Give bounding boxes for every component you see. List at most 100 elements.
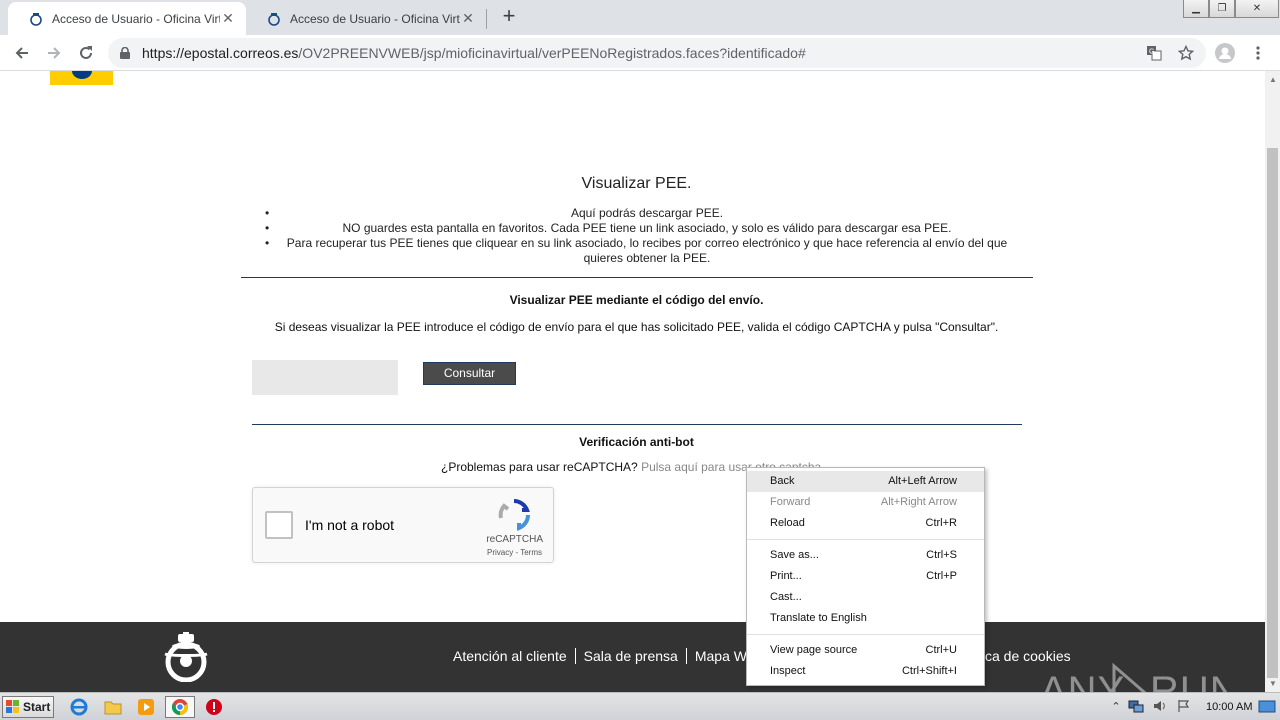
ctx-shortcut: Ctrl+U <box>925 644 957 656</box>
ctx-label: Translate to English <box>770 612 867 624</box>
ctx-shortcut: Ctrl+S <box>926 549 957 561</box>
footer-link-atencion[interactable]: Atención al cliente <box>453 648 576 664</box>
divider <box>252 424 1022 425</box>
new-tab-button[interactable]: + <box>498 5 520 28</box>
volume-icon[interactable] <box>1152 698 1168 714</box>
window-controls: ▁ ❐ ✕ <box>1183 0 1279 18</box>
back-arrow-icon[interactable] <box>10 41 34 65</box>
site-footer: Atención al cliente Sala de prensa Mapa … <box>0 622 1265 692</box>
ctx-separator <box>747 539 984 540</box>
ctx-label: Forward <box>770 496 811 508</box>
footer-link-prensa[interactable]: Sala de prensa <box>576 648 687 664</box>
correos-favicon-icon <box>28 11 44 27</box>
shipment-code-input[interactable] <box>252 360 398 395</box>
ctx-label: Cast... <box>770 591 802 603</box>
stop-red-icon[interactable] <box>203 697 225 717</box>
ctx-cast[interactable]: Cast... <box>747 587 984 608</box>
ctx-shortcut: Alt+Right Arrow <box>880 496 957 508</box>
info-bullets: Aquí podrás descargar PEE. NO guardes es… <box>262 206 1032 266</box>
captcha-question: ¿Problemas para usar reCAPTCHA? <box>441 460 638 474</box>
windows-flag-icon <box>6 700 20 714</box>
show-desktop-icon[interactable] <box>1258 698 1276 716</box>
ctx-translate[interactable]: Translate to English <box>747 608 984 629</box>
ctx-view-source[interactable]: View page source Ctrl+U <box>747 640 984 661</box>
ctx-forward[interactable]: Forward Alt+Right Arrow <box>747 492 984 513</box>
recaptcha-widget: I'm not a robot reCAPTCHA Privacy - Term… <box>252 487 554 563</box>
bookmark-star-icon[interactable] <box>1174 41 1198 65</box>
tab-active[interactable]: Acceso de Usuario - Oficina Virtual ✕ <box>8 2 246 35</box>
browser-toolbar: https://epostal.correos.es/OV2PREENVWEB/… <box>0 35 1280 71</box>
start-button[interactable]: Start <box>2 696 54 718</box>
ie-icon[interactable] <box>68 697 90 717</box>
translate-icon[interactable]: G <box>1142 41 1166 65</box>
context-menu: Back Alt+Left Arrow Forward Alt+Right Arro… <box>746 467 985 686</box>
taskbar-clock[interactable]: 10:00 AM <box>1206 701 1252 713</box>
network-icon[interactable] <box>1128 698 1144 714</box>
screen: Acceso de Usuario - Oficina Virtual ✕ Ac… <box>0 0 1280 720</box>
media-player-icon[interactable] <box>135 697 157 717</box>
vertical-scrollbar[interactable]: ▲ ▼ <box>1265 71 1280 692</box>
ctx-reload[interactable]: Reload Ctrl+R <box>747 513 984 534</box>
ctx-label: View page source <box>770 644 858 656</box>
ctx-label: Print... <box>770 570 802 582</box>
svg-text:ANY: ANY <box>1040 669 1125 692</box>
ctx-label: Inspect <box>770 665 806 677</box>
ctx-shortcut: Ctrl+R <box>925 517 957 529</box>
correos-logo[interactable] <box>50 71 113 85</box>
svg-text:RUN: RUN <box>1150 669 1232 692</box>
url-path: /OV2PREENVWEB/jsp/mioficinavirtual/verPE… <box>298 45 806 61</box>
ctx-inspect[interactable]: Inspect Ctrl+Shift+I <box>747 661 984 682</box>
recaptcha-brand: reCAPTCHA <box>486 534 543 545</box>
restore-icon[interactable]: ❐ <box>1209 0 1235 18</box>
anyrun-watermark: ANY RUN <box>1040 660 1232 692</box>
tab-title: Acceso de Usuario - Oficina Virtual <box>52 11 220 26</box>
chrome-taskbar-icon[interactable] <box>165 696 195 718</box>
ctx-save-as[interactable]: Save as... Ctrl+S <box>747 545 984 566</box>
reload-icon[interactable] <box>74 41 98 65</box>
recaptcha-label: I'm not a robot <box>305 517 395 533</box>
bullet-item: Para recuperar tus PEE tienes que clique… <box>262 236 1032 266</box>
tab-title: Acceso de Usuario - Oficina Virtual <box>290 11 460 26</box>
tab-inactive[interactable]: Acceso de Usuario - Oficina Virtual ✕ <box>246 2 486 35</box>
ctx-separator <box>747 634 984 635</box>
recaptcha-terms-link[interactable]: Privacy - Terms <box>253 548 542 557</box>
ctx-label: Save as... <box>770 549 819 561</box>
scroll-down-icon[interactable]: ▼ <box>1269 679 1277 688</box>
profile-avatar-icon[interactable] <box>1213 41 1237 65</box>
svg-text:G: G <box>1149 49 1154 56</box>
correos-favicon-icon <box>266 11 282 27</box>
bullet-item: Aquí podrás descargar PEE. <box>262 206 1032 221</box>
tray-expand-icon[interactable]: ⌃ <box>1108 698 1124 714</box>
ctx-back[interactable]: Back Alt+Left Arrow <box>747 471 984 492</box>
tab-close-icon[interactable]: ✕ <box>460 10 476 27</box>
recaptcha-logo-icon <box>497 498 531 532</box>
explorer-folder-icon[interactable] <box>102 697 124 717</box>
minimize-icon[interactable]: ▁ <box>1183 0 1209 18</box>
address-bar[interactable]: https://epostal.correos.es/OV2PREENVWEB/… <box>108 38 1206 68</box>
consultar-button[interactable]: Consultar <box>423 362 516 385</box>
logo-emblem-icon <box>72 71 92 79</box>
action-center-flag-icon[interactable] <box>1176 698 1192 714</box>
tab-close-icon[interactable]: ✕ <box>220 10 236 27</box>
bullet-item: NO guardes esta pantalla en favoritos. C… <box>262 221 1032 236</box>
code-section-heading: Visualizar PEE mediante el código del en… <box>509 293 764 307</box>
footer-links: Atención al cliente Sala de prensa Mapa … <box>453 648 755 664</box>
windows-taskbar: Start ⌃ 10:00 AM <box>0 692 1280 720</box>
ctx-shortcut: Alt+Left Arrow <box>888 475 957 487</box>
footer-link-mapa[interactable]: Mapa W <box>687 648 755 664</box>
scrollbar-thumb[interactable] <box>1267 148 1278 678</box>
divider <box>241 277 1033 278</box>
forward-arrow-icon[interactable] <box>42 41 66 65</box>
menu-kebab-icon[interactable] <box>1246 41 1270 65</box>
close-window-icon[interactable]: ✕ <box>1235 0 1279 18</box>
tab-strip: Acceso de Usuario - Oficina Virtual ✕ Ac… <box>0 0 1280 35</box>
antibot-heading: Verificación anti-bot <box>579 435 694 449</box>
ctx-shortcut: Ctrl+Shift+I <box>901 665 957 677</box>
code-section-description: Si deseas visualizar la PEE introduce el… <box>274 320 999 334</box>
scroll-up-icon[interactable]: ▲ <box>1269 75 1277 84</box>
lock-icon <box>120 47 134 59</box>
correos-emblem-icon <box>160 632 212 683</box>
ctx-print[interactable]: Print... Ctrl+P <box>747 566 984 587</box>
tab-separator <box>486 9 487 29</box>
page-title: Visualizar PEE. <box>581 175 692 192</box>
